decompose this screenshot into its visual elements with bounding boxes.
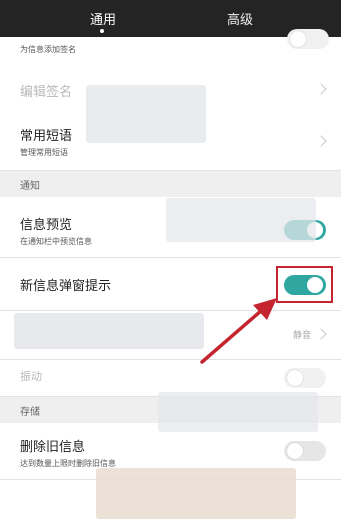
annotation-arrow-icon [200,298,277,364]
